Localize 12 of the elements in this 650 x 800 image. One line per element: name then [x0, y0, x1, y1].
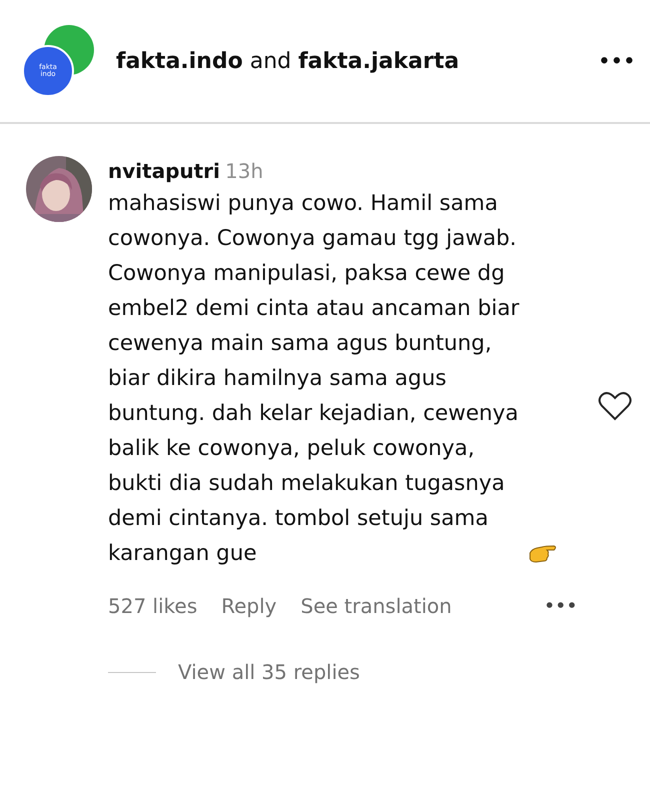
comment-time: 13h [225, 159, 264, 183]
like-heart-icon[interactable] [598, 391, 632, 421]
more-options-icon[interactable]: ••• [544, 594, 578, 618]
post-authors: fakta.indo and fakta.jakarta [116, 48, 460, 76]
username[interactable]: nvitaputri [108, 159, 220, 183]
comment-text: mahasiswi punya cowo. Hamil sama cowonya. Cowonya gamau tgg jawab. Cowonya manipulasi, paksa cewe dg embel2 demi cinta atau ancaman biar cewenya main sama agus buntung, biar dikira hamilnya sama agus buntung. dah kelar kejadian, cewenya balik ke cowonya, peluk cowonya, bukti dia sudah melakukan tugasnya demi cintanya. tombol setuju sama karangan gue [108, 190, 520, 568]
pointing-hand-icon [528, 543, 558, 565]
more-options-icon[interactable]: ••• [598, 48, 636, 74]
likes-count[interactable]: 527 likes [108, 591, 198, 621]
reply-link[interactable]: Reply [221, 591, 277, 621]
view-replies-link[interactable]: View all 35 replies [178, 657, 360, 687]
see-translation-link[interactable]: See translation [300, 591, 452, 621]
